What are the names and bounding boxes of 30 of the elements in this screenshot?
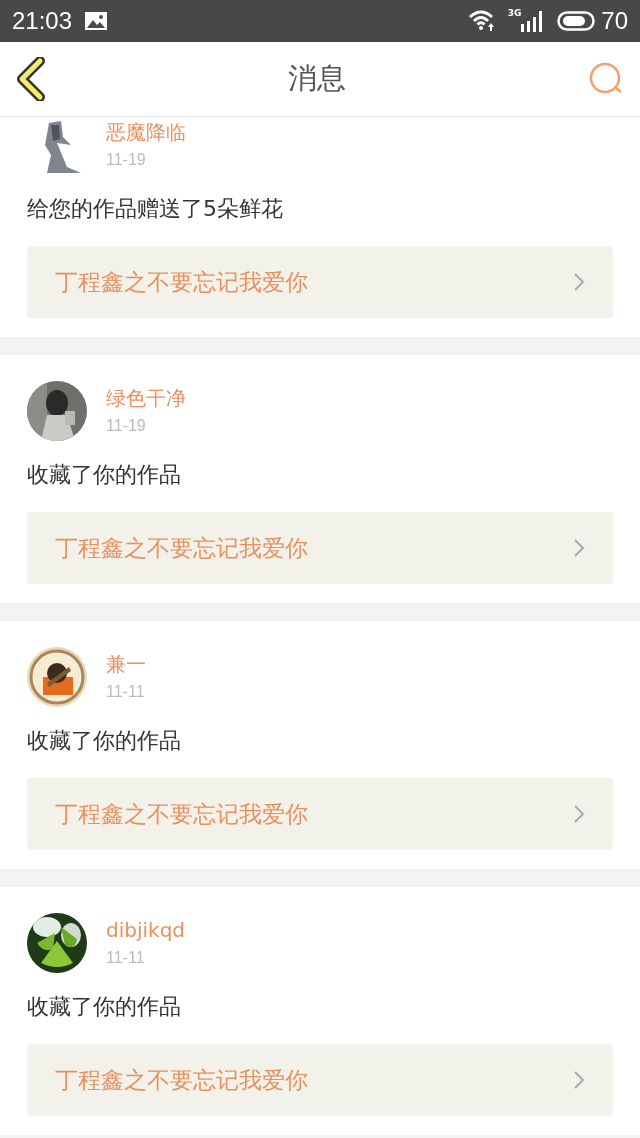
message-date: 11-11 (106, 682, 146, 702)
page-title: 消息 (288, 60, 346, 97)
message-text: 给您的作品赠送了5朵鲜花 (27, 195, 284, 223)
message-text: 收藏了你的作品 (27, 993, 182, 1021)
work-link[interactable]: 丁程鑫之不要忘记我爱你 (27, 778, 613, 850)
search-icon (588, 62, 624, 96)
chevron-right-icon (573, 804, 585, 824)
chevron-right-icon (573, 272, 585, 292)
back-icon (16, 57, 46, 101)
chevron-right-icon (573, 538, 585, 558)
chevron-right-icon (573, 1070, 585, 1090)
work-link[interactable]: 丁程鑫之不要忘记我爱你 (27, 1044, 613, 1116)
user-name[interactable]: 绿色干净 (106, 386, 186, 410)
work-link[interactable]: 丁程鑫之不要忘记我爱你 (27, 512, 613, 584)
message-date: 11-19 (106, 416, 147, 436)
work-link[interactable]: 丁程鑫之不要忘记我爱你 (27, 246, 613, 318)
image-icon (84, 11, 109, 31)
user-name[interactable]: 兼一 (106, 652, 146, 676)
battery-text: 70 (601, 7, 628, 35)
clock-text: 21:03 (12, 7, 73, 35)
back-button[interactable] (16, 57, 46, 101)
user-name[interactable]: dibjikqd (106, 918, 186, 942)
battery-icon (557, 11, 596, 31)
network-text: 3G (507, 8, 522, 18)
user-name[interactable]: 恶魔降临 (106, 120, 186, 144)
message-date: 11-11 (106, 948, 146, 968)
message-text: 收藏了你的作品 (27, 461, 182, 489)
message-date: 11-19 (106, 150, 147, 170)
message-text: 收藏了你的作品 (27, 727, 182, 755)
wifi-icon (467, 9, 496, 33)
